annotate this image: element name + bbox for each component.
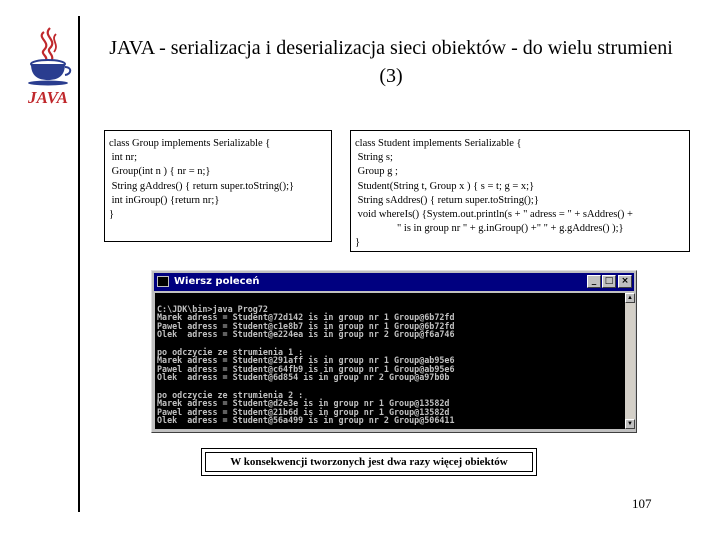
code-line: void whereIs() {System.out.println(s + "… bbox=[355, 209, 633, 221]
console-output[interactable]: C:\JDK\bin>java Prog72 Marek adress = St… bbox=[155, 293, 625, 429]
command-prompt-window[interactable]: Wiersz poleceń _ □ × C:\JDK\bin>java Pro… bbox=[151, 270, 637, 433]
student-class-code: class Student implements Serializable { … bbox=[350, 130, 690, 252]
code-line: } bbox=[109, 209, 115, 221]
vertical-divider bbox=[78, 16, 80, 512]
code-line: class Group implements Serializable { bbox=[109, 138, 271, 149]
code-line: Student(String t, Group x ) { s = t; g =… bbox=[355, 180, 535, 192]
code-line: } bbox=[355, 237, 361, 249]
window-titlebar[interactable]: Wiersz poleceń _ □ × bbox=[154, 273, 634, 291]
minimize-button[interactable]: _ bbox=[587, 275, 601, 288]
group-class-code: class Group implements Serializable { in… bbox=[104, 130, 332, 242]
close-button[interactable]: × bbox=[618, 275, 632, 288]
code-line: Group(int n ) { nr = n;} bbox=[109, 166, 211, 178]
code-line: String gAddres() { return super.toString… bbox=[109, 180, 295, 192]
logo-text: JAVA bbox=[27, 88, 68, 106]
code-line: int inGroup() {return nr;} bbox=[109, 194, 220, 206]
window-title: Wiersz poleceń bbox=[174, 276, 260, 287]
code-line: String s; bbox=[355, 152, 393, 164]
code-line: int nr; bbox=[109, 152, 137, 164]
caption-box: W konsekwencji tworzonych jest dwa razy … bbox=[201, 448, 537, 476]
console-line: Olek adress = Student@e224ea is in group… bbox=[157, 329, 455, 340]
code-line: Group g ; bbox=[355, 166, 398, 178]
code-line: " is in group nr " + g.inGroup() +" " + … bbox=[355, 223, 624, 235]
console-line: Olek adress = Student@56a499 is in group… bbox=[157, 415, 455, 426]
code-line: String sAddres() { return super.toString… bbox=[355, 194, 539, 206]
console-icon bbox=[157, 276, 169, 287]
caption-text: W konsekwencji tworzonych jest dwa razy … bbox=[205, 452, 533, 472]
slide-title: JAVA - serializacja i deserializacja sie… bbox=[109, 37, 673, 87]
vertical-scrollbar[interactable]: ▲ ▼ bbox=[625, 293, 635, 429]
scroll-down-icon[interactable]: ▼ bbox=[625, 419, 635, 429]
console-line: Olek adress = Student@6d854 is in group … bbox=[157, 372, 450, 383]
java-logo: JAVA bbox=[27, 27, 72, 106]
page-number: 107 bbox=[632, 496, 652, 511]
maximize-button[interactable]: □ bbox=[602, 275, 616, 288]
code-line: class Student implements Serializable { bbox=[355, 138, 522, 149]
scroll-up-icon[interactable]: ▲ bbox=[625, 293, 635, 303]
